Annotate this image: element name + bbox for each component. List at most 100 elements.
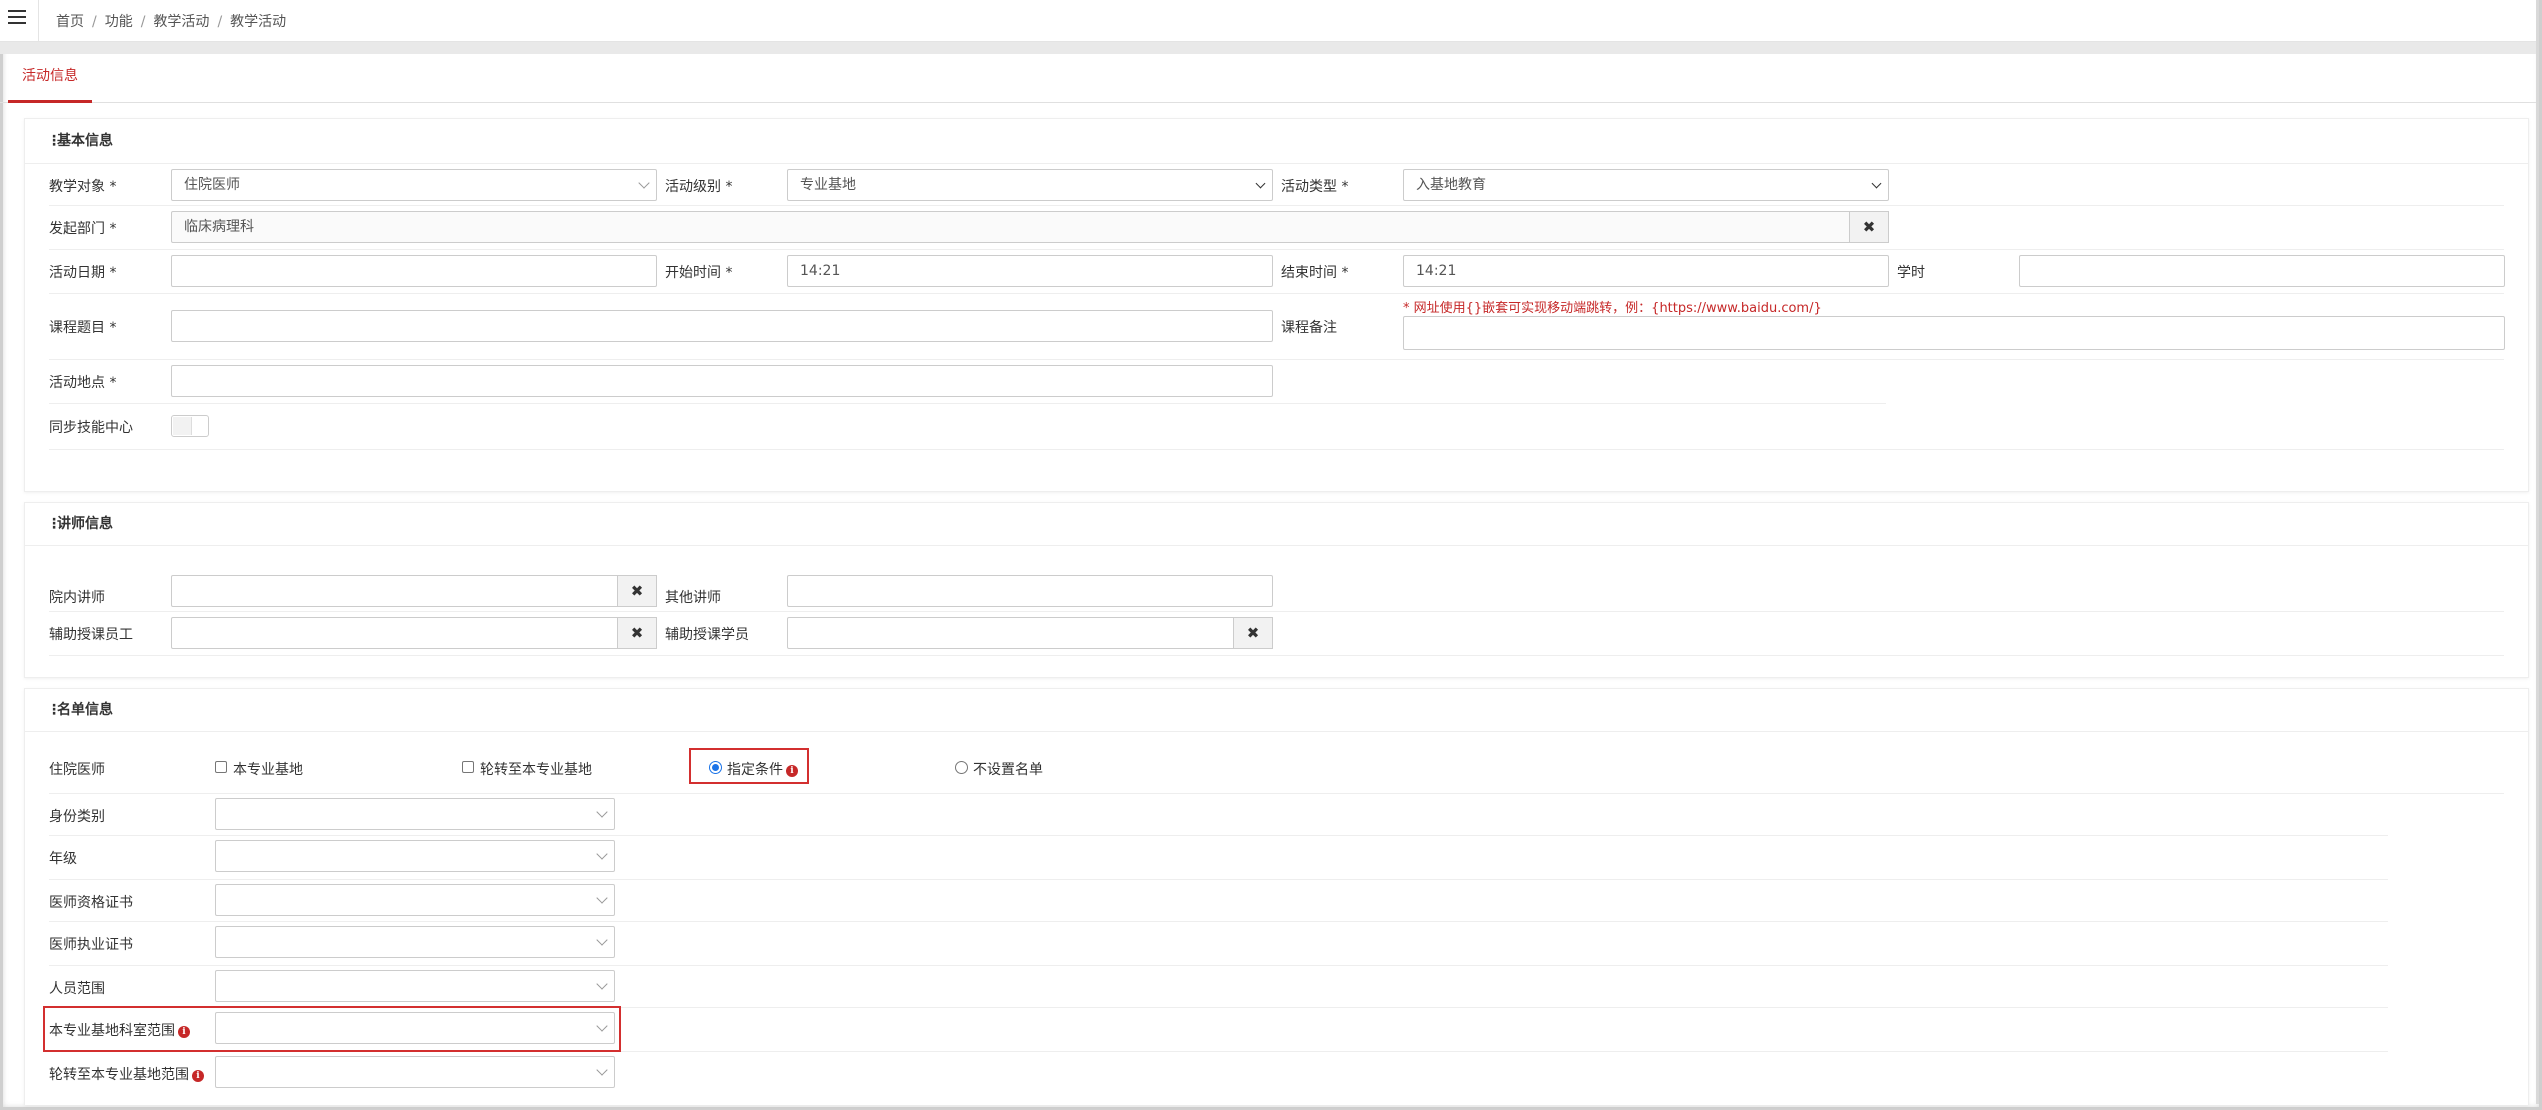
grade-select[interactable] — [215, 840, 615, 872]
chevron-down-icon — [596, 848, 608, 860]
type-select[interactable]: 入基地教育 — [1403, 169, 1889, 201]
breadcrumb-section[interactable]: 教学活动 — [153, 14, 209, 30]
grade-label: 年级 — [49, 851, 77, 867]
identity-label: 身份类别 — [49, 809, 105, 825]
form-row: 活动日期 * 开始时间 * 14:21 结束时间 * 14:21 学时 — [49, 249, 2505, 294]
hours-label: 学时 — [1897, 265, 1925, 281]
highlight-condition-option — [689, 748, 809, 784]
breadcrumb-current: 教学活动 — [230, 14, 287, 30]
form-row: 住院医师 本专业基地 轮转至本专业基地 指定条件 i 不设置名单 — [49, 731, 2504, 794]
hamburger-menu-icon[interactable] — [8, 10, 26, 26]
inner-lecturer-clear-button[interactable]: ✖ — [617, 575, 657, 607]
option-own-base-label: 本专业基地 — [233, 762, 303, 778]
level-label: 活动级别 * — [665, 179, 733, 195]
date-label: 活动日期 * — [49, 265, 117, 281]
start-time-value: 14:21 — [800, 263, 841, 279]
practice-select[interactable] — [215, 926, 615, 958]
filter-row: 年级 — [49, 835, 2388, 880]
form-row: 教学对象 * 住院医师 活动级别 * 专业基地 活动类型 * 入基地教育 — [49, 163, 2504, 206]
breadcrumb: 首页 / 功能 / 教学活动 / 教学活动 — [56, 11, 286, 31]
resident-label: 住院医师 — [49, 762, 105, 778]
form-row: 辅助授课员工 ✖ 辅助授课学员 ✖ — [49, 611, 2504, 656]
other-lecturer-label: 其他讲师 — [665, 590, 721, 606]
tab-activity-info[interactable]: 活动信息 — [8, 54, 92, 103]
option-none-radio[interactable] — [955, 761, 968, 774]
remark-input[interactable] — [1403, 316, 2505, 350]
panel-title: ⋮讲师信息 — [25, 503, 2528, 546]
dept-clear-button[interactable]: ✖ — [1849, 211, 1889, 243]
info-icon[interactable]: i — [192, 1070, 204, 1082]
top-bar: 首页 / 功能 / 教学活动 / 教学活动 — [0, 0, 2536, 42]
inner-lecturer-label: 院内讲师 — [49, 590, 105, 606]
sync-label: 同步技能中心 — [49, 420, 133, 436]
toggle-knob — [173, 417, 192, 435]
breadcrumb-function[interactable]: 功能 — [105, 14, 133, 30]
scope-select[interactable] — [215, 970, 615, 1002]
lecturer-title: 讲师信息 — [57, 516, 113, 532]
close-icon: ✖ — [630, 624, 644, 642]
scrollbar[interactable] — [2536, 0, 2539, 1104]
start-time-input[interactable]: 14:21 — [787, 255, 1273, 287]
sync-toggle[interactable] — [171, 415, 209, 437]
course-title-input[interactable] — [171, 310, 1273, 342]
target-select[interactable]: 住院医师 — [171, 169, 657, 201]
type-label: 活动类型 * — [1281, 179, 1349, 195]
chevron-down-icon — [596, 806, 608, 818]
rotate-scope-select[interactable] — [215, 1056, 615, 1088]
place-input[interactable] — [171, 365, 1273, 397]
rotate-scope-label: 轮转至本专业基地范围 i — [49, 1064, 204, 1084]
header-band — [0, 42, 2536, 54]
assist-staff-label: 辅助授课员工 — [49, 627, 133, 643]
filter-row: 人员范围 — [49, 965, 2388, 1008]
assist-student-input[interactable] — [787, 617, 1235, 649]
breadcrumb-separator: / — [217, 14, 223, 30]
tab-bar: 活动信息 — [0, 54, 2536, 103]
highlight-dept-scope-field — [43, 1006, 621, 1052]
dept-field[interactable]: 临床病理科 — [171, 211, 1851, 243]
chevron-down-icon — [638, 177, 650, 189]
topbar-divider — [38, 0, 39, 41]
inner-lecturer-input[interactable] — [171, 575, 619, 607]
lecturer-panel: ⋮讲师信息 院内讲师 ✖ 其他讲师 辅助授课员工 ✖ 辅助授课学员 ✖ — [24, 502, 2529, 678]
option-own-base-checkbox[interactable] — [215, 761, 227, 773]
option-none-label: 不设置名单 — [973, 762, 1043, 778]
vertical-dots-icon: ⋮ — [47, 702, 61, 718]
qualification-select[interactable] — [215, 884, 615, 916]
date-input[interactable] — [171, 255, 657, 287]
filter-row: 轮转至本专业基地范围 i — [49, 1051, 2388, 1093]
scope-label: 人员范围 — [49, 981, 105, 997]
identity-select[interactable] — [215, 798, 615, 830]
assist-staff-clear-button[interactable]: ✖ — [617, 617, 657, 649]
chevron-down-icon — [596, 978, 608, 990]
other-lecturer-input[interactable] — [787, 575, 1273, 607]
assist-student-clear-button[interactable]: ✖ — [1233, 617, 1273, 649]
chevron-down-icon — [596, 892, 608, 904]
end-time-input[interactable]: 14:21 — [1403, 255, 1889, 287]
chevron-down-icon — [1871, 178, 1882, 189]
close-icon: ✖ — [1246, 624, 1260, 642]
roster-title: 名单信息 — [57, 702, 113, 718]
target-label: 教学对象 * — [49, 179, 117, 195]
level-value: 专业基地 — [800, 177, 856, 193]
hours-input[interactable] — [2019, 255, 2505, 287]
dept-value: 临床病理科 — [184, 219, 254, 235]
option-rotate-checkbox[interactable] — [462, 761, 474, 773]
qualification-label: 医师资格证书 — [49, 895, 133, 911]
form-row: 发起部门 * 临床病理科 ✖ — [49, 205, 2504, 250]
end-time-value: 14:21 — [1416, 263, 1457, 279]
breadcrumb-separator: / — [92, 14, 97, 30]
end-label: 结束时间 * — [1281, 265, 1349, 281]
level-select[interactable]: 专业基地 — [787, 169, 1273, 201]
course-label: 课程题目 * — [49, 320, 117, 336]
breadcrumb-home[interactable]: 首页 — [56, 14, 84, 30]
vertical-dots-icon: ⋮ — [47, 516, 61, 532]
rotate-scope-text: 轮转至本专业基地范围 — [49, 1067, 189, 1083]
filter-row: 医师执业证书 — [49, 921, 2388, 966]
assist-staff-input[interactable] — [171, 617, 619, 649]
form-row: 课程题目 * 课程备注 * 网址使用{}嵌套可实现移动端跳转，例：{https:… — [49, 293, 2505, 360]
remark-label: 课程备注 — [1281, 320, 1337, 336]
close-icon: ✖ — [1862, 218, 1876, 236]
basic-info-panel: ⋮基本信息 教学对象 * 住院医师 活动级别 * 专业基地 活动类型 * 入基地… — [24, 118, 2529, 492]
vertical-dots-icon: ⋮ — [47, 133, 61, 149]
target-value: 住院医师 — [184, 177, 240, 193]
